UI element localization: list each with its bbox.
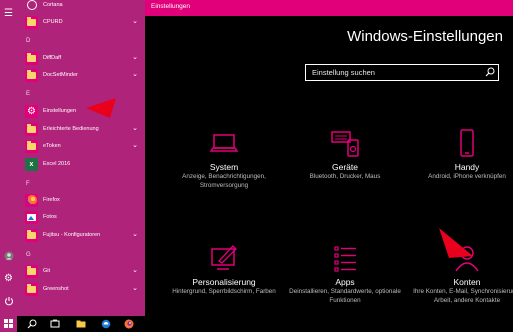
letter-header-e[interactable]: E <box>26 91 30 97</box>
category-title: System <box>209 162 239 172</box>
app-item-diffdaff[interactable]: DiffDaff ⌄ <box>25 50 143 66</box>
category-desc: Anzeige, Benachrichtigungen, Stromversor… <box>182 173 266 189</box>
chevron-down-icon: ⌄ <box>132 285 138 292</box>
app-label: Cortana <box>43 2 63 8</box>
phone-icon <box>460 129 474 157</box>
category-desc: Ihre Konten, E-Mail, Synchronisierung, A… <box>413 288 513 304</box>
hamburger-icon[interactable]: ☰ <box>3 8 14 19</box>
search-icon[interactable] <box>485 67 495 77</box>
chevron-down-icon: ⌄ <box>132 125 138 132</box>
laptop-icon <box>209 134 239 152</box>
page-title: Windows-Einstellungen <box>347 28 503 45</box>
category-desc: Android, iPhone verknüpfen <box>428 173 506 180</box>
settings-window: Einstellungen Windows-Einstellungen Syst… <box>145 0 513 316</box>
window-title: Einstellungen <box>151 3 191 10</box>
category-title: Handy <box>454 162 480 172</box>
search-icon[interactable] <box>27 319 37 329</box>
folder-icon <box>25 51 38 65</box>
devices-icon <box>331 131 359 157</box>
start-menu: ☰ ⚙ Cortana CPURD ⌄ D DiffDaff ⌄ DocSetM… <box>0 0 145 316</box>
app-label: Einstellungen <box>43 108 77 114</box>
folder-icon <box>25 282 38 296</box>
app-label: Greenshot <box>43 286 69 292</box>
task-view-icon[interactable] <box>50 319 60 329</box>
edge-icon[interactable] <box>101 319 111 329</box>
app-label: Firefox <box>43 197 60 203</box>
search-box[interactable] <box>305 64 499 81</box>
folder-icon <box>25 68 38 82</box>
power-icon[interactable] <box>3 296 14 307</box>
app-label: CPURD <box>43 19 63 25</box>
app-item-docsetminder[interactable]: DocSetMinder ⌄ <box>25 67 143 83</box>
app-item-cortana[interactable]: Cortana <box>25 0 143 13</box>
chevron-down-icon: ⌄ <box>132 18 138 25</box>
chevron-down-icon: ⌄ <box>132 54 138 61</box>
app-item-cpurd[interactable]: CPURD ⌄ <box>25 14 143 30</box>
title-bar[interactable]: Einstellungen <box>145 0 513 16</box>
app-label: DocSetMinder <box>43 72 78 78</box>
category-desc: Bluetooth, Drucker, Maus <box>309 173 381 180</box>
app-item-firefox[interactable]: Firefox <box>25 192 143 208</box>
photos-icon <box>25 210 38 224</box>
file-explorer-icon[interactable] <box>76 319 86 329</box>
folder-icon <box>25 122 38 136</box>
excel-icon: x <box>25 157 38 171</box>
app-label: Fotos <box>43 214 57 220</box>
start-button[interactable] <box>0 316 17 332</box>
app-item-greenshot[interactable]: Greenshot ⌄ <box>25 281 143 297</box>
app-label: Erleichterte Bedienung <box>43 126 99 132</box>
taskbar <box>0 316 513 332</box>
category-handy[interactable]: Handy Android, iPhone verknüpfen <box>407 128 513 182</box>
app-item-etoken[interactable]: eToken ⌄ <box>25 138 143 154</box>
gear-icon: ⚙ <box>25 104 38 118</box>
folder-icon <box>25 15 38 29</box>
app-item-fotos[interactable]: Fotos <box>25 209 143 225</box>
user-icon[interactable] <box>3 251 14 262</box>
category-desc: Hintergrund, Sperrbildschirm, Farben <box>172 288 276 295</box>
folder-icon <box>25 264 38 278</box>
app-item-fujitsu-konfiguratoren[interactable]: Fujitsu - Konfiguratoren ⌄ <box>25 227 143 243</box>
category-system[interactable]: System Anzeige, Benachrichtigungen, Stro… <box>164 128 284 190</box>
cortana-icon <box>25 0 38 12</box>
category-geraete[interactable]: Geräte Bluetooth, Drucker, Maus <box>285 128 405 182</box>
letter-header-f[interactable]: F <box>26 181 30 187</box>
chevron-down-icon: ⌄ <box>132 267 138 274</box>
app-label: Fujitsu - Konfiguratoren <box>43 232 101 238</box>
category-personalisierung[interactable]: Personalisierung Hintergrund, Sperrbilds… <box>164 243 284 297</box>
category-desc: Deinstallieren, Standardwerte, optionale… <box>289 288 401 304</box>
folder-icon <box>25 139 38 153</box>
app-list: Cortana CPURD ⌄ D DiffDaff ⌄ DocSetMinde… <box>17 0 145 316</box>
annotation-arrow-icon <box>86 98 116 118</box>
personalization-icon <box>211 245 237 270</box>
search-input[interactable] <box>306 65 482 80</box>
app-label: Git <box>43 268 51 274</box>
category-title: Geräte <box>332 162 358 172</box>
category-title: Personalisierung <box>192 277 256 287</box>
category-title: Apps <box>335 277 355 287</box>
chevron-down-icon: ⌄ <box>132 71 138 78</box>
app-item-erleichterte-bedienung[interactable]: Erleichterte Bedienung ⌄ <box>25 121 143 137</box>
category-apps[interactable]: Apps Deinstallieren, Standardwerte, opti… <box>285 243 405 305</box>
letter-header-d[interactable]: D <box>26 38 30 44</box>
app-label: Excel 2016 <box>43 161 71 167</box>
start-rail: ☰ ⚙ <box>0 0 17 316</box>
folder-icon <box>25 228 38 242</box>
annotation-arrow-icon <box>439 228 473 258</box>
app-item-git[interactable]: Git ⌄ <box>25 263 143 279</box>
app-label: DiffDaff <box>43 55 62 61</box>
letter-header-g[interactable]: G <box>26 252 31 258</box>
windows-icon <box>4 319 13 328</box>
app-item-excel-2016[interactable]: x Excel 2016 <box>25 156 143 172</box>
firefox-icon[interactable] <box>124 319 134 329</box>
chevron-down-icon: ⌄ <box>132 142 138 149</box>
category-title: Konten <box>453 277 481 287</box>
firefox-icon <box>25 193 38 207</box>
chevron-down-icon: ⌄ <box>132 231 138 238</box>
gear-icon[interactable]: ⚙ <box>3 273 14 284</box>
app-label: eToken <box>43 143 61 149</box>
apps-icon <box>334 246 356 272</box>
